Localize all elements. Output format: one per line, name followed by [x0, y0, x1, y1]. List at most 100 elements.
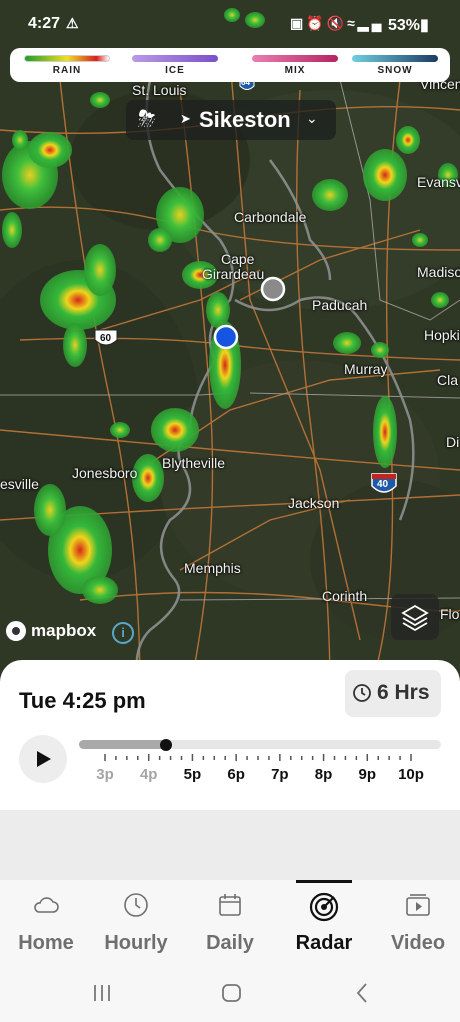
- city-label-jonesboro: Jonesboro: [72, 465, 138, 481]
- nav-radar-label: Radar: [295, 932, 353, 954]
- mute-icon: 🔇: [326, 15, 348, 31]
- clock-icon: [353, 684, 371, 702]
- city-label-florence: Flo: [440, 606, 460, 622]
- city-label-madisonville: Madiso: [417, 264, 460, 280]
- play-icon: [37, 751, 51, 767]
- timeline-tick: [257, 756, 259, 760]
- legend-rain-label: RAIN: [52, 65, 82, 76]
- timeline-tick: [377, 756, 379, 760]
- city-label-clarksville: Cla: [437, 372, 459, 388]
- back-icon[interactable]: [356, 983, 367, 1003]
- timeline-tick: [213, 756, 216, 760]
- radar-icon: [309, 892, 339, 922]
- timeline-tick: [235, 754, 237, 761]
- bottom-navigation: Home Hourly Daily Radar Video: [0, 880, 460, 965]
- timeline-tick: [399, 756, 401, 760]
- timeline-ticks: [104, 754, 412, 761]
- timeline-tick: [137, 756, 139, 760]
- timeline-tick: [104, 754, 106, 761]
- time-range-button[interactable]: 6 Hrs: [345, 670, 441, 717]
- precipitation-legend: RAIN ICE MIX SNOW: [10, 48, 450, 82]
- city-label-murray: Murray: [344, 361, 388, 377]
- legend-mix-label: MIX: [284, 65, 306, 76]
- timeline-tick: [246, 756, 248, 760]
- system-navigation-bar: [0, 965, 460, 1022]
- mapbox-attribution[interactable]: mapbox: [6, 621, 96, 641]
- timeline-tick: [300, 756, 303, 760]
- city-label-st-louis: St. Louis: [132, 82, 187, 98]
- city-label-blytheville: Blytheville: [162, 455, 226, 471]
- map-layers-button[interactable]: [391, 594, 439, 640]
- status-time: 4:27: [28, 15, 61, 32]
- legend-rain-bar: [24, 55, 110, 62]
- city-label-evansville: Evansv: [417, 174, 460, 190]
- city-label-paducah: Paducah: [312, 297, 368, 313]
- legend-item-snow: SNOW: [352, 55, 438, 79]
- thunderstorm-cloud-icon: ⛈: [138, 106, 156, 131]
- timeline-tick: [355, 756, 358, 760]
- nav-hourly-label: Hourly: [104, 932, 168, 954]
- location-selector[interactable]: ⛈ ➤ Sikeston ⌄: [126, 100, 336, 140]
- timeline-hour-label: 4p: [139, 766, 158, 783]
- timeline-tick: [311, 756, 314, 760]
- legend-mix-bar: [252, 55, 338, 62]
- nav-home-label: Home: [18, 932, 74, 954]
- city-label-carbondale: Carbondale: [234, 209, 307, 225]
- radar-map[interactable]: St. Louis Vincen Evansv Carbondale Cape …: [0, 0, 460, 690]
- timeline-tick: [279, 754, 281, 761]
- nav-radar[interactable]: Radar: [278, 880, 370, 965]
- selected-location-marker[interactable]: [260, 276, 286, 302]
- city-label-searcy: esville: [0, 476, 39, 492]
- ad-placeholder: [0, 810, 460, 880]
- map-info-icon[interactable]: i: [112, 622, 134, 644]
- home-system-icon[interactable]: [222, 984, 241, 1002]
- timeline-hour-labels: 3p 4p 5p 6p 7p 8p 9p 10p: [79, 766, 441, 786]
- timeline-tick: [366, 754, 369, 761]
- cloud-icon: [34, 897, 59, 913]
- layers-icon: [401, 604, 429, 632]
- nav-daily[interactable]: Daily: [184, 880, 276, 965]
- timeline-tick: [290, 756, 292, 760]
- legend-item-rain: RAIN: [24, 55, 110, 79]
- legend-item-ice: ICE: [132, 55, 218, 79]
- timeline-slider[interactable]: [79, 738, 441, 751]
- nfc-icon: ▣: [290, 15, 307, 31]
- timeline-panel: Tue 4:25 pm 6 Hrs 3p 4p 5p 6p 7p 8p 9p 10p: [0, 660, 460, 810]
- city-label-hopkinsville: Hopkin: [424, 327, 460, 343]
- timeline-tick: [126, 756, 128, 760]
- timeline-progress: [79, 740, 166, 749]
- play-button[interactable]: [19, 735, 67, 783]
- timeline-tick: [158, 756, 161, 760]
- time-range-label: 6 Hrs: [377, 681, 430, 704]
- mapbox-label: mapbox: [31, 621, 97, 640]
- city-label-corinth: Corinth: [322, 588, 368, 604]
- nav-daily-label: Daily: [206, 932, 254, 954]
- city-label-girardeau: Girardeau: [202, 266, 265, 282]
- nav-video-label: Video: [390, 932, 446, 954]
- i40-shield-number: 40: [377, 479, 389, 490]
- city-label-dickson: Di: [446, 434, 460, 450]
- alarm-icon: ⏰: [306, 15, 327, 31]
- city-label-memphis: Memphis: [184, 560, 241, 576]
- nav-video[interactable]: Video: [372, 880, 460, 965]
- timeline-tick: [224, 756, 226, 760]
- timeline-thumb[interactable]: [159, 738, 172, 751]
- timeline-hour-label: 5p: [183, 766, 202, 783]
- timeline-tick: [388, 756, 390, 760]
- timeline-hour-label: 10p: [398, 766, 424, 783]
- status-bar: 4:27 ⚠ ▣⏰🔇≈▂▄ 53%▮: [0, 0, 460, 46]
- timeline-tick: [147, 754, 150, 761]
- nav-hourly[interactable]: Hourly: [90, 880, 182, 965]
- timeline-tick: [333, 756, 336, 760]
- calendar-icon: [219, 894, 241, 916]
- nav-home[interactable]: Home: [0, 880, 92, 965]
- timeline-tick: [180, 756, 183, 760]
- alert-triangle-icon: ⚠: [66, 15, 79, 31]
- timeline-tick: [344, 756, 347, 760]
- legend-snow-bar: [352, 55, 438, 62]
- legend-ice-bar: [132, 55, 218, 62]
- clock-icon: [124, 893, 148, 917]
- recent-apps-icon[interactable]: [94, 985, 110, 1001]
- location-arrow-icon: ➤: [180, 111, 191, 126]
- video-icon: [406, 894, 430, 916]
